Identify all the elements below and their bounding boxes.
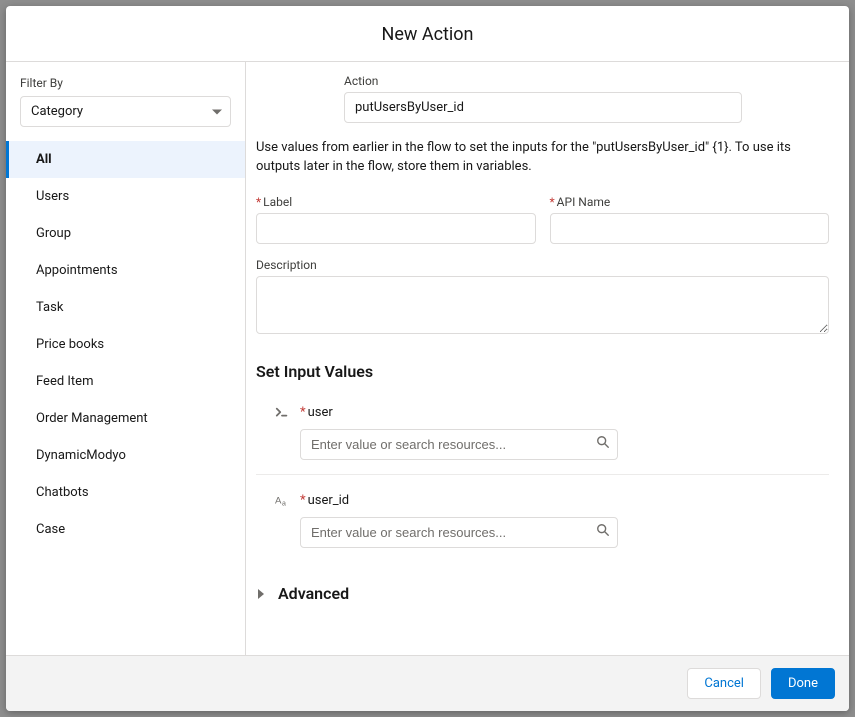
set-input-values-heading: Set Input Values	[256, 362, 829, 381]
category-item[interactable]: Price books	[6, 326, 245, 363]
search-icon	[596, 523, 610, 541]
done-button[interactable]: Done	[771, 668, 835, 699]
svg-text:A: A	[275, 495, 282, 506]
input-value-name: user	[308, 405, 333, 420]
input-value-row: Aa*user_id	[256, 474, 829, 562]
advanced-label: Advanced	[278, 584, 349, 603]
modal-body: Filter By Category AllUsersGroupAppointm…	[6, 62, 849, 655]
search-icon	[596, 435, 610, 453]
label-field-label: *Label	[256, 195, 536, 209]
chevron-right-icon	[256, 588, 266, 598]
category-item[interactable]: Appointments	[6, 252, 245, 289]
action-input[interactable]	[344, 92, 742, 123]
filter-by-label: Filter By	[6, 76, 245, 96]
description-field-label: Description	[256, 258, 829, 272]
category-item[interactable]: All	[6, 141, 245, 178]
category-item[interactable]: Case	[6, 511, 245, 548]
filter-select-value: Category	[31, 104, 83, 119]
modal-title: New Action	[6, 24, 849, 45]
category-item[interactable]: Task	[6, 289, 245, 326]
input-values-list: *user Aa*user_id	[256, 397, 829, 562]
text-icon: Aa	[274, 493, 290, 509]
resource-search-input[interactable]	[300, 429, 618, 460]
category-item[interactable]: Order Management	[6, 400, 245, 437]
svg-text:a: a	[282, 500, 286, 507]
new-action-modal: New Action Filter By Category AllUsersGr…	[6, 6, 849, 711]
cancel-button[interactable]: Cancel	[687, 668, 761, 699]
input-value-label: *user	[274, 405, 829, 421]
category-item[interactable]: Chatbots	[6, 474, 245, 511]
api-name-input[interactable]	[550, 213, 830, 244]
sidebar: Filter By Category AllUsersGroupAppointm…	[6, 62, 246, 655]
description-textarea[interactable]	[256, 276, 829, 334]
modal-footer: Cancel Done	[6, 655, 849, 711]
modal-header: New Action	[6, 6, 849, 62]
main-panel: Action Use values from earlier in the fl…	[246, 62, 849, 655]
input-value-name: user_id	[308, 493, 350, 508]
category-item[interactable]: Group	[6, 215, 245, 252]
terminal-icon	[274, 405, 290, 421]
filter-select[interactable]: Category	[20, 96, 231, 127]
category-item[interactable]: DynamicModyo	[6, 437, 245, 474]
label-input[interactable]	[256, 213, 536, 244]
chevron-down-icon	[212, 109, 222, 114]
input-value-search	[300, 429, 618, 460]
input-value-row: *user	[256, 397, 829, 474]
category-list: AllUsersGroupAppointmentsTaskPrice books…	[6, 141, 245, 548]
action-field-label: Action	[344, 74, 742, 88]
resource-search-input[interactable]	[300, 517, 618, 548]
advanced-toggle[interactable]: Advanced	[256, 584, 829, 603]
input-value-label: Aa*user_id	[274, 493, 829, 509]
api-name-field-label: *API Name	[550, 195, 830, 209]
category-item[interactable]: Feed Item	[6, 363, 245, 400]
input-value-search	[300, 517, 618, 548]
category-item[interactable]: Users	[6, 178, 245, 215]
help-text: Use values from earlier in the flow to s…	[256, 139, 829, 177]
